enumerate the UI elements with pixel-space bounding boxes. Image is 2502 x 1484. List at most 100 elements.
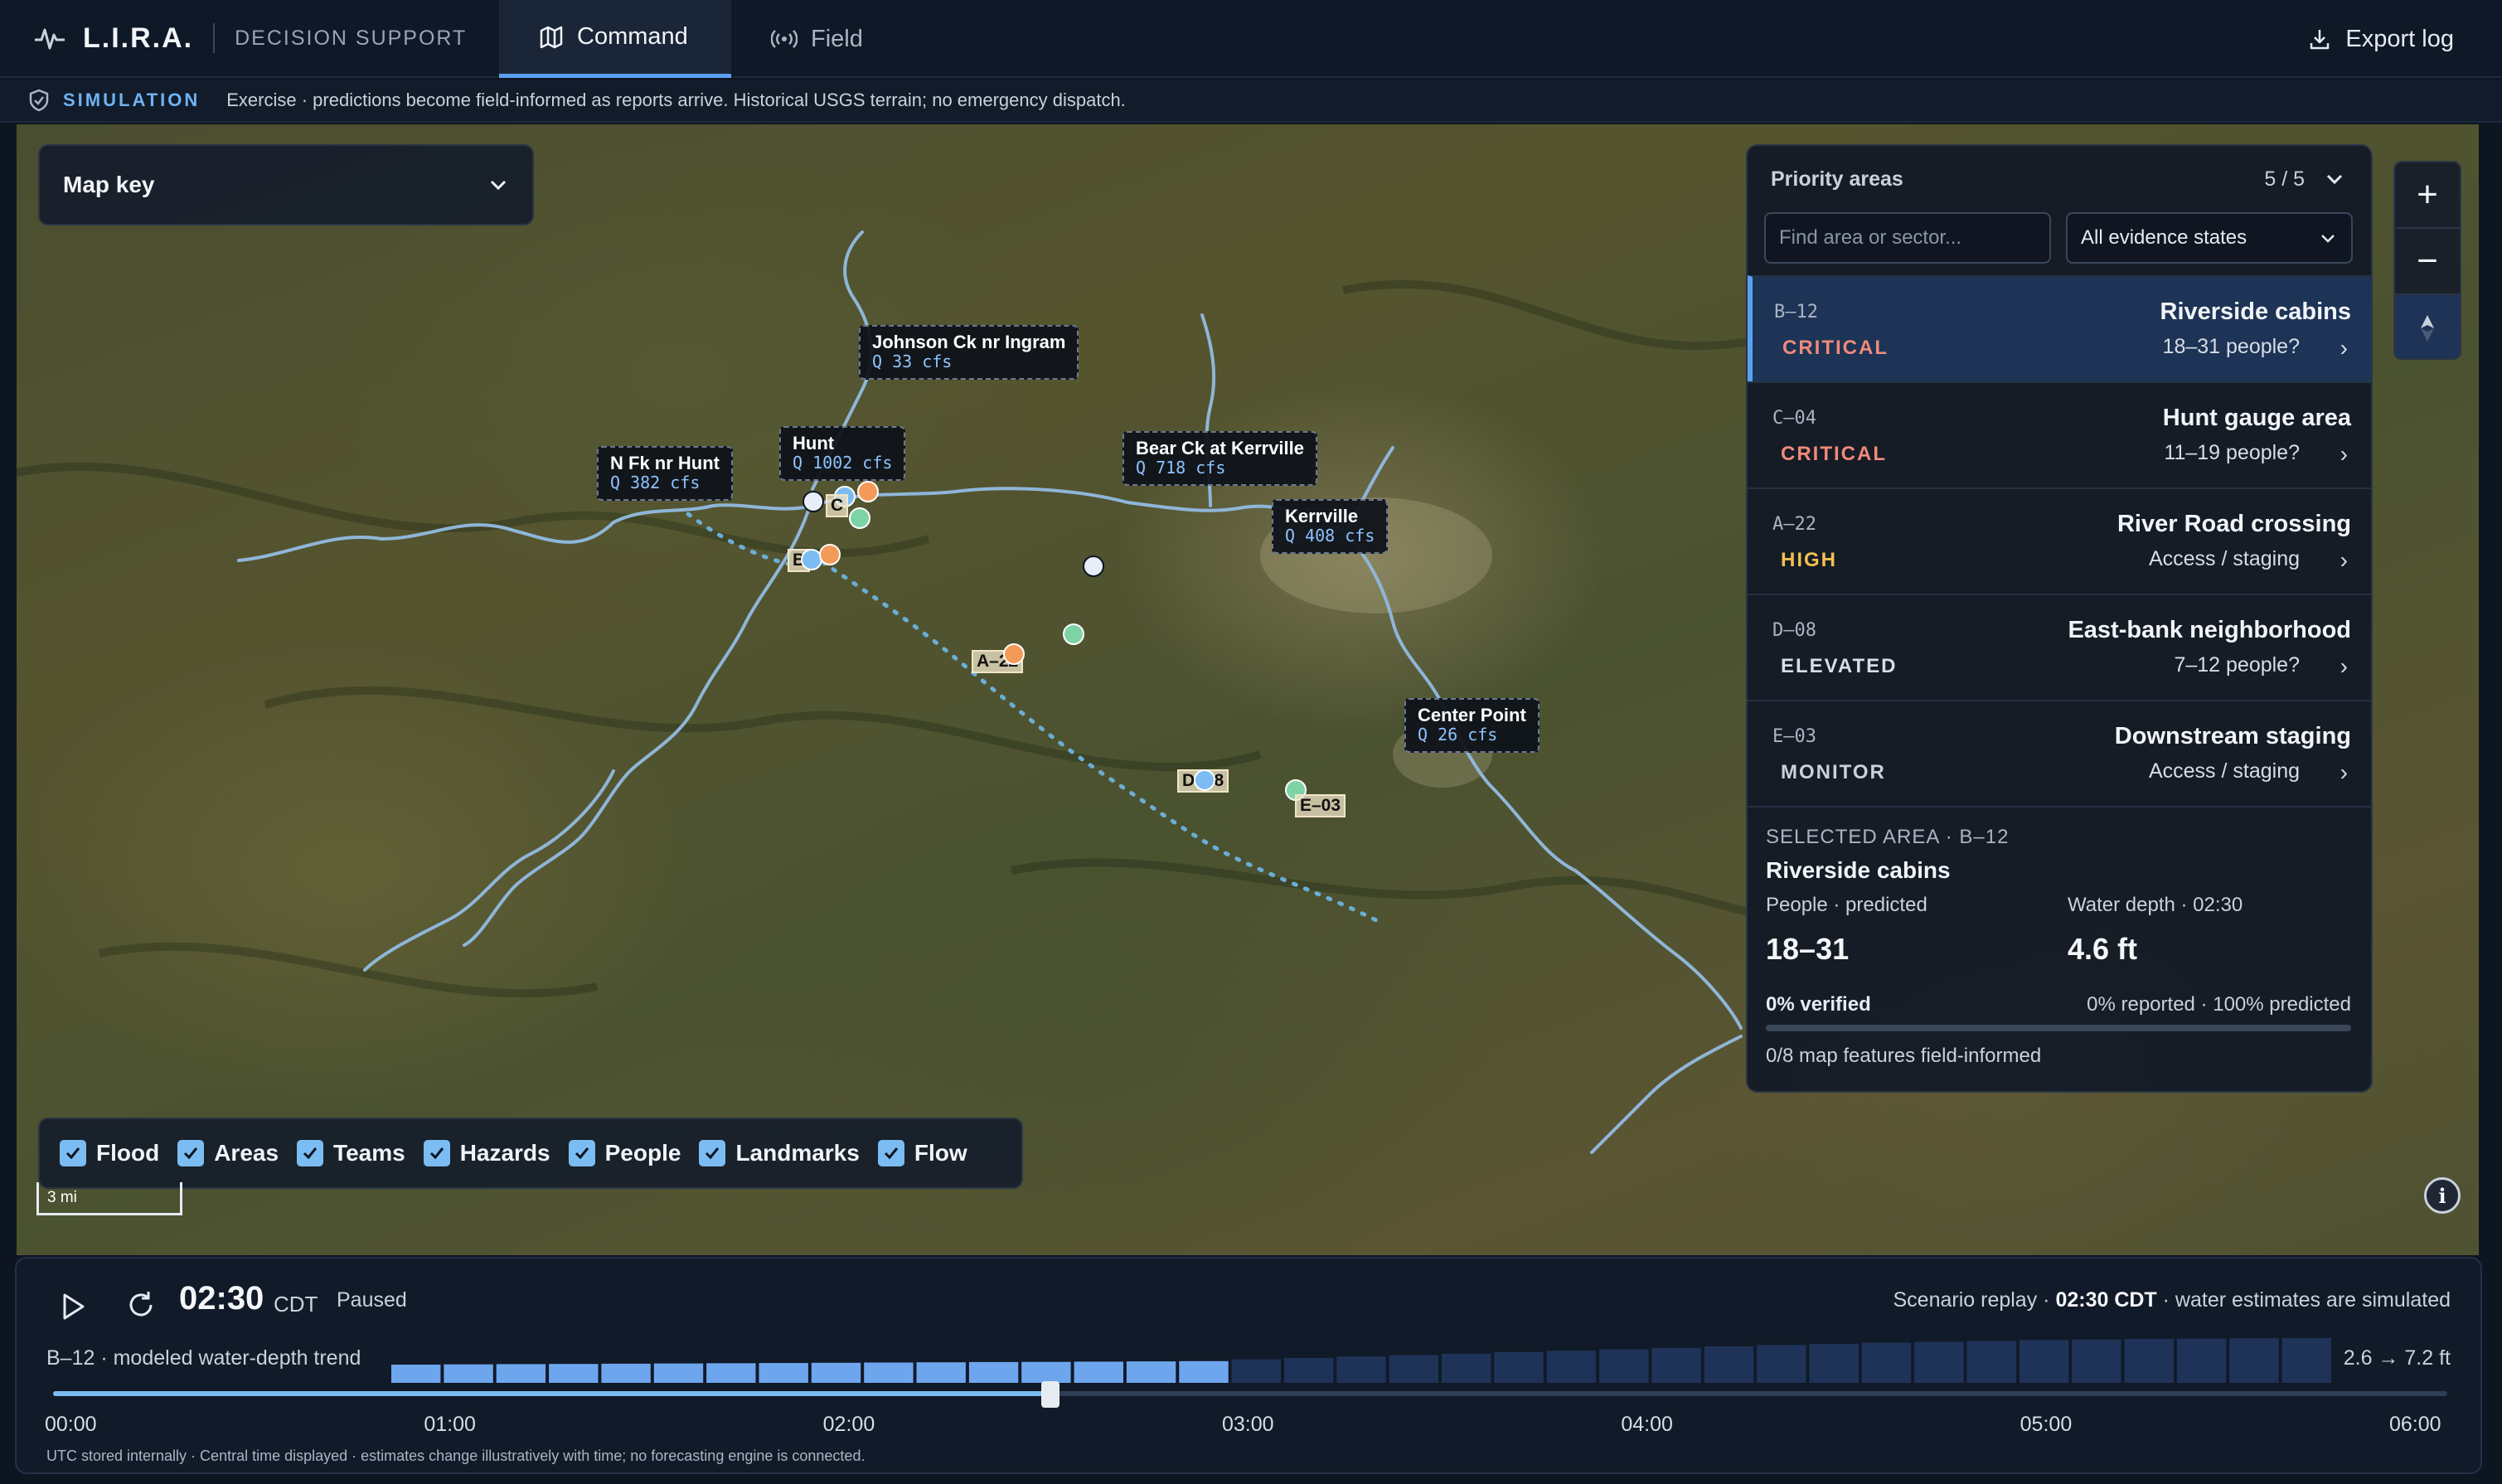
features-informed: 0/8 map features field-informed <box>1766 1045 2042 1067</box>
area-tag-e03[interactable]: E–03 <box>1295 794 1346 817</box>
layer-teams-toggle[interactable]: Teams <box>297 1140 405 1166</box>
trend-bar <box>864 1362 914 1383</box>
layer-flow-toggle[interactable]: Flow <box>877 1140 967 1166</box>
priority-areas-panel: Priority areas 5 / 5 All evidence states… <box>1746 144 2373 1093</box>
area-name: East-bank neighborhood <box>2068 617 2351 643</box>
app-header: L.I.R.A. DECISION SUPPORT Command Field … <box>0 0 2502 78</box>
area-detail: 18–31 people? <box>2162 335 2300 358</box>
tab-command[interactable]: Command <box>499 0 731 78</box>
trend-bar <box>2281 1338 2331 1383</box>
replay-icon[interactable] <box>124 1288 158 1322</box>
info-icon[interactable]: i <box>2424 1177 2461 1214</box>
team-marker[interactable] <box>1194 769 1215 791</box>
time-tick: 04:00 <box>1621 1413 1673 1436</box>
trend-bar <box>653 1363 704 1383</box>
scenario-status: Scenario replay · 02:30 CDT · water esti… <box>1893 1288 2451 1312</box>
depth-metric: Water depth · 02:30 4.6 ft <box>2068 894 2243 967</box>
current-time: 02:30 <box>179 1280 264 1317</box>
chevron-right-icon: › <box>2340 335 2348 361</box>
compass-button[interactable] <box>2395 295 2460 358</box>
trend-bar <box>1546 1351 1597 1383</box>
checkbox-checked-icon <box>423 1140 450 1166</box>
zoom-out-button[interactable]: − <box>2395 229 2460 295</box>
trend-bar <box>811 1362 861 1383</box>
area-id: A–22 <box>1772 514 1816 535</box>
playback-state: Paused <box>337 1288 407 1312</box>
severity-badge: CRITICAL <box>1781 443 1887 465</box>
play-icon[interactable] <box>58 1292 88 1322</box>
priority-row-d08[interactable]: D–08 ELEVATED East-bank neighborhood 7–1… <box>1748 594 2371 700</box>
shield-icon <box>29 89 49 112</box>
gauge-name: N Fk nr Hunt <box>610 453 720 473</box>
trend-bar <box>1389 1355 1439 1383</box>
pulse-icon <box>35 28 65 50</box>
metric-label: People · predicted <box>1766 894 1927 916</box>
gauge-center-point[interactable]: Center Point Q 26 cfs <box>1404 698 1540 754</box>
time-tick: 06:00 <box>2389 1413 2441 1436</box>
layer-label: Hazards <box>459 1140 550 1166</box>
priority-row-c04[interactable]: C–04 CRITICAL Hunt gauge area 11–19 peop… <box>1748 381 2371 487</box>
trend-bar <box>1074 1361 1123 1383</box>
layer-label: Teams <box>333 1140 405 1166</box>
trend-bar <box>968 1361 1019 1383</box>
gauge-kerrville[interactable]: Kerrville Q 408 cfs <box>1272 499 1389 555</box>
area-search-input[interactable] <box>1764 212 2051 264</box>
trend-bar <box>759 1363 808 1383</box>
layer-areas-toggle[interactable]: Areas <box>177 1140 279 1166</box>
layer-flood-toggle[interactable]: Flood <box>60 1140 159 1166</box>
chevron-down-icon[interactable] <box>2323 167 2346 191</box>
gauge-n-fk-hunt[interactable]: N Fk nr Hunt Q 382 cfs <box>597 446 733 502</box>
trend-range: 2.6 → 7.2 ft <box>2343 1346 2451 1370</box>
priority-row-a22[interactable]: A–22 HIGH River Road crossing Access / s… <box>1748 487 2371 594</box>
scenario-time: 02:30 CDT <box>2055 1288 2157 1312</box>
hazard-marker[interactable] <box>1003 643 1025 665</box>
priority-row-e03[interactable]: E–03 MONITOR Downstream staging Access /… <box>1748 700 2371 806</box>
layer-hazards-toggle[interactable]: Hazards <box>423 1140 550 1166</box>
landmark-marker[interactable] <box>1083 555 1104 577</box>
brand-divider <box>213 23 216 53</box>
priority-row-b12[interactable]: B–12 CRITICAL Riverside cabins 18–31 peo… <box>1748 275 2371 381</box>
layer-landmarks-toggle[interactable]: Landmarks <box>699 1140 860 1166</box>
layer-label: Flood <box>96 1140 160 1166</box>
verified-percent: 0% verified <box>1766 993 1871 1016</box>
evidence-state-select[interactable]: All evidence states <box>2066 212 2353 264</box>
area-name: River Road crossing <box>2117 511 2351 537</box>
gauge-name: Bear Ck at Kerrville <box>1136 438 1304 458</box>
zoom-in-button[interactable]: + <box>2395 162 2460 229</box>
export-log-button[interactable]: Export log <box>2307 0 2454 78</box>
water-depth-trend-bars <box>391 1338 2331 1383</box>
time-tick: 00:00 <box>45 1413 97 1436</box>
panel-header[interactable]: Priority areas 5 / 5 <box>1748 146 2371 212</box>
hazard-marker[interactable] <box>857 481 879 502</box>
gauge-johnson-ck[interactable]: Johnson Ck nr Ingram Q 33 cfs <box>859 325 1079 381</box>
area-detail: 7–12 people? <box>2174 653 2300 677</box>
simulation-banner: SIMULATION Exercise · predictions become… <box>0 80 2502 123</box>
chevron-right-icon: › <box>2340 441 2348 467</box>
area-id: B–12 <box>1774 302 1818 323</box>
river-lower <box>363 769 615 972</box>
area-tag-c[interactable]: C <box>826 494 849 517</box>
timeline-panel: 02:30 CDT Paused Scenario replay · 02:30… <box>15 1257 2482 1474</box>
gauge-bear-ck[interactable]: Bear Ck at Kerrville Q 718 cfs <box>1123 431 1317 487</box>
layer-people-toggle[interactable]: People <box>568 1140 681 1166</box>
simulation-text: Exercise · predictions become field-info… <box>226 90 1126 110</box>
hazard-marker[interactable] <box>819 544 841 565</box>
area-detail: Access / staging <box>2148 759 2300 783</box>
time-slider-track[interactable] <box>53 1391 2447 1396</box>
timeline-footnote: UTC stored internally · Central time dis… <box>46 1448 866 1464</box>
landmark-marker[interactable] <box>802 491 824 512</box>
time-tick: 02:00 <box>822 1413 875 1436</box>
area-id: D–08 <box>1772 620 1816 641</box>
chevron-right-icon: › <box>2340 547 2348 573</box>
time-slider-fill <box>53 1391 1051 1396</box>
tab-field[interactable]: Field <box>731 0 922 78</box>
severity-badge: ELEVATED <box>1781 655 1898 677</box>
gauge-hunt[interactable]: Hunt Q 1002 cfs <box>779 426 906 482</box>
time-slider-thumb[interactable] <box>1041 1381 1060 1408</box>
people-marker[interactable] <box>1063 623 1084 645</box>
map-key-toggle[interactable]: Map key <box>38 144 534 226</box>
scale-bar: 3 mi <box>36 1182 182 1215</box>
gauge-name: Johnson Ck nr Ingram <box>872 332 1066 352</box>
layer-label: Areas <box>214 1140 279 1166</box>
people-marker[interactable] <box>849 507 870 529</box>
